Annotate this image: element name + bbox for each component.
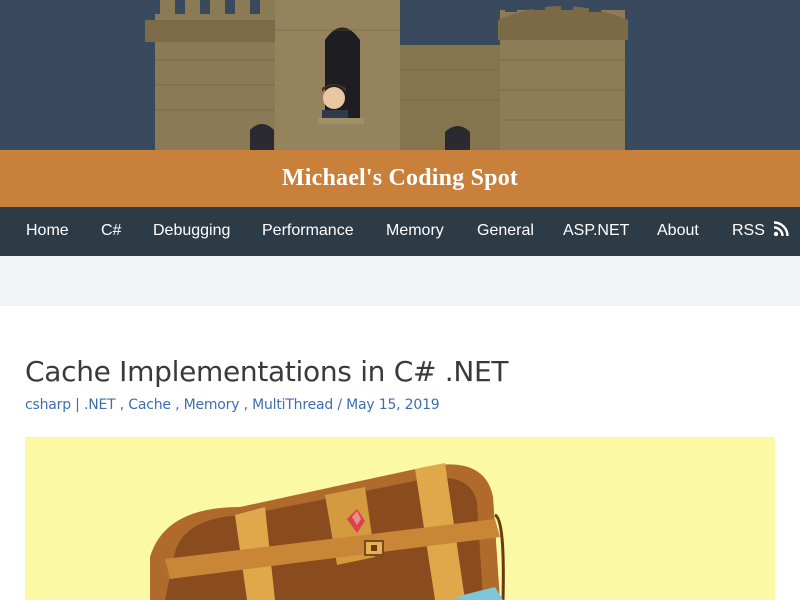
- nav-item-about[interactable]: About: [657, 207, 699, 256]
- header-banner-image: [0, 0, 800, 150]
- header-spacer-band: [0, 256, 800, 306]
- nav-item-debugging[interactable]: Debugging: [153, 207, 230, 256]
- nav-item-rss-label: RSS: [732, 222, 765, 239]
- post-date: May 15, 2019: [346, 397, 440, 413]
- post-title[interactable]: Cache Implementations in C# .NET: [25, 355, 508, 388]
- nav-item-memory[interactable]: Memory: [386, 207, 444, 256]
- category-separator: ,: [175, 397, 184, 413]
- category-link-cache[interactable]: Cache: [128, 397, 171, 413]
- rss-icon: [774, 221, 790, 236]
- meta-separator: |: [75, 397, 84, 413]
- nav-item-csharp[interactable]: C#: [101, 207, 121, 256]
- date-separator: /: [337, 397, 347, 413]
- category-link-multithread[interactable]: MultiThread: [252, 397, 333, 413]
- site-title[interactable]: Michael's Coding Spot: [282, 165, 518, 192]
- category-separator: ,: [243, 397, 253, 413]
- category-separator: ,: [119, 397, 129, 413]
- post-meta: csharp | .NET , Cache , Memory , MultiTh…: [25, 397, 440, 413]
- treasure-chest-illustration: [150, 463, 505, 600]
- post-author-link[interactable]: csharp: [25, 397, 71, 413]
- nav-item-general[interactable]: General: [477, 207, 534, 256]
- category-link-dotnet[interactable]: .NET: [84, 397, 116, 413]
- site-title-bar: Michael's Coding Spot: [0, 150, 800, 207]
- nav-item-rss[interactable]: RSS: [732, 207, 790, 256]
- featured-image: [25, 437, 775, 600]
- nav-item-aspnet[interactable]: ASP.NET: [563, 207, 629, 256]
- category-link-memory[interactable]: Memory: [184, 397, 240, 413]
- nav-item-home[interactable]: Home: [26, 207, 69, 256]
- main-navigation: Home C# Debugging Performance Memory Gen…: [0, 207, 800, 256]
- castle-illustration: [145, 0, 628, 150]
- nav-item-performance[interactable]: Performance: [262, 207, 354, 256]
